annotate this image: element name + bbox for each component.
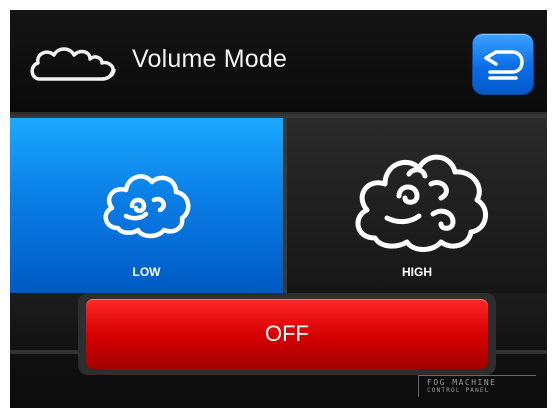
fog-machine-screen: Volume Mode LOW HIGH OFF FOG MACHINE CON… [10,10,547,408]
mode-high-label: HIGH [402,265,432,279]
brand-line-1: FOG MACHINE [427,378,497,387]
return-arrow-icon [484,50,524,80]
large-cloud-icon [355,154,488,252]
brand-logo: FOG MACHINE CONTROL PANEL [418,375,536,397]
cloud-outline-icon [30,47,116,81]
back-button[interactable] [473,34,533,94]
header-bar: Volume Mode [10,10,547,114]
mode-low-button[interactable]: LOW [10,118,283,293]
small-cloud-icon [103,174,191,239]
off-label: OFF [265,321,309,346]
brand-line-2: CONTROL PANEL [427,387,490,394]
off-button[interactable]: OFF [86,299,488,369]
mode-low-label: LOW [132,265,161,279]
mode-high-button[interactable]: HIGH [287,118,547,293]
page-title: Volume Mode [132,45,288,73]
